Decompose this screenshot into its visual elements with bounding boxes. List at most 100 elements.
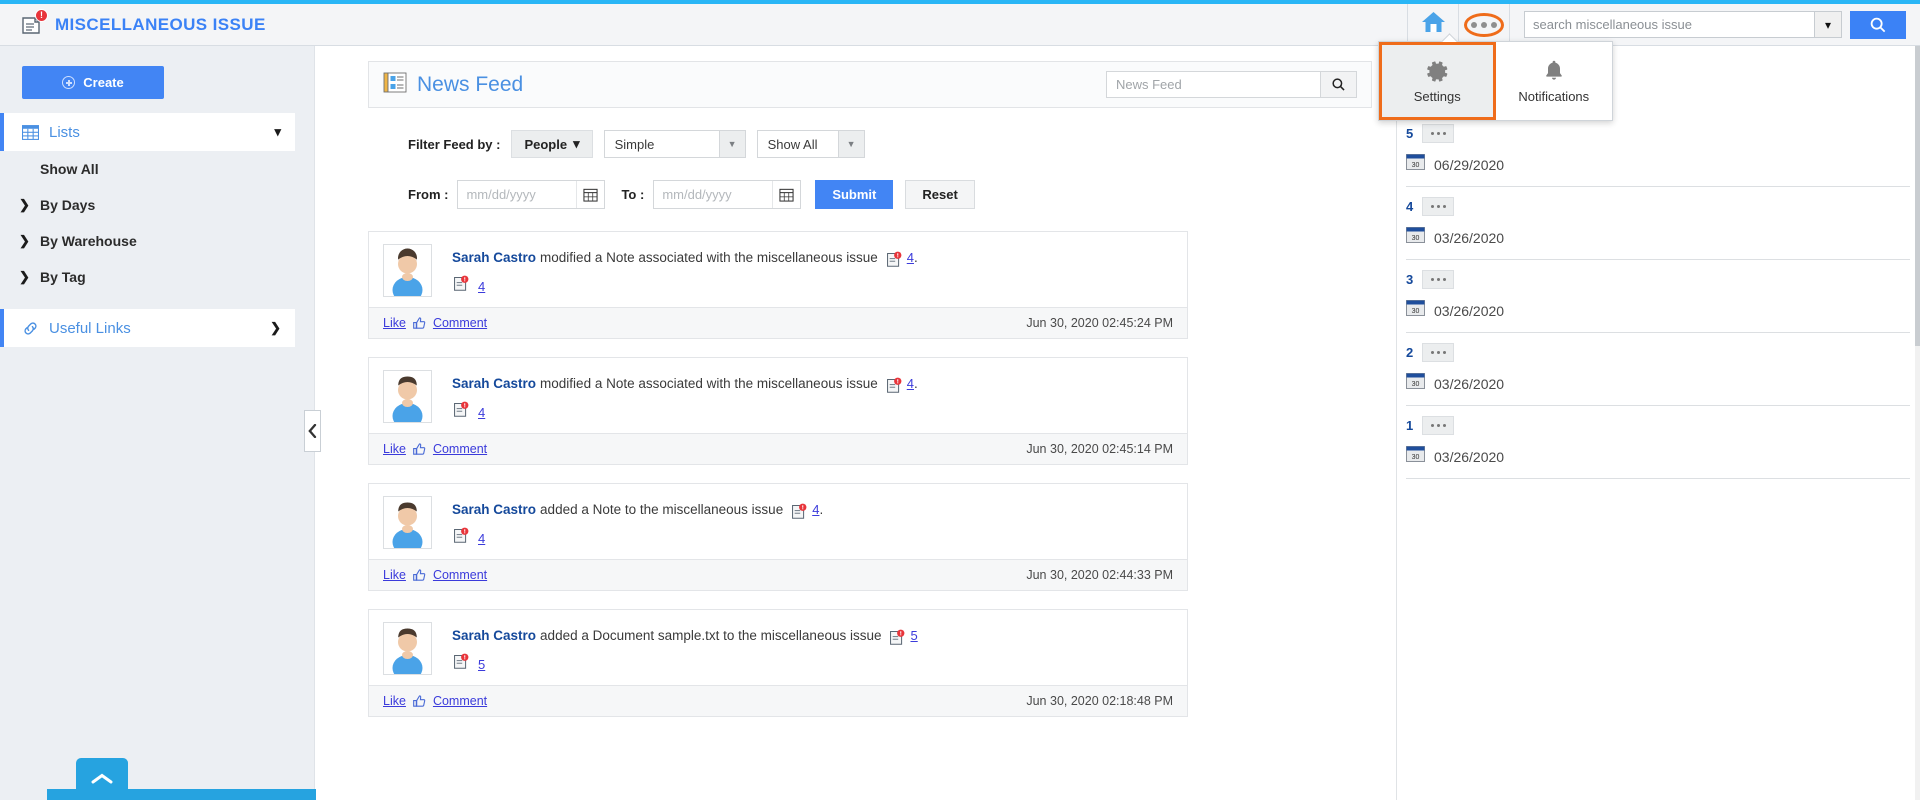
chevron-down-icon: ▾ [274, 124, 281, 139]
list-item[interactable]: 1 30 03/26/2020 [1406, 406, 1910, 479]
sidebar: Create Lists ▾ Show All ❯ By Days ❯ By W… [0, 46, 389, 800]
from-date-field[interactable]: mm/dd/yyyy [457, 180, 606, 209]
feed-item-sub-ref-link[interactable]: 4 [478, 405, 485, 420]
to-date-input[interactable]: mm/dd/yyyy [654, 187, 772, 202]
feed-search-button[interactable] [1321, 71, 1357, 98]
issue-doc-icon [790, 503, 807, 520]
list-item-header: 2 [1406, 341, 1910, 364]
filter-scope-select[interactable]: Show All ▼ [756, 130, 865, 158]
feed-item-footer: Like Comment Jun 30, 2020 02:45:14 PM [369, 433, 1187, 464]
feed-item-body: Sarah Castro modified a Note associated … [369, 232, 1187, 307]
reset-button[interactable]: Reset [905, 180, 975, 209]
list-item-meta: 30 03/26/2020 [1406, 445, 1910, 468]
feed-item-action: modified a Note associated with the misc… [540, 376, 878, 391]
sidebar-item-by-warehouse[interactable]: ❯ By Warehouse [0, 223, 314, 259]
feed-item-sub-ref-link[interactable]: 5 [478, 657, 485, 672]
from-date-input[interactable]: mm/dd/yyyy [458, 187, 576, 202]
scrollbar-thumb[interactable] [1915, 46, 1920, 346]
filter-mode-select[interactable]: Simple ▼ [603, 130, 746, 158]
list-item-number[interactable]: 4 [1406, 199, 1413, 214]
list-item[interactable]: 5 30 06/29/2020 [1406, 114, 1910, 187]
menu-item-notifications[interactable]: Notifications [1496, 42, 1613, 120]
like-link[interactable]: Like [383, 568, 406, 582]
filter-people-dropdown[interactable]: People ▾ [511, 130, 593, 158]
list-item-menu-button[interactable] [1422, 270, 1455, 289]
search-button[interactable] [1850, 10, 1906, 39]
list-item[interactable]: 4 30 03/26/2020 [1406, 187, 1910, 260]
feed-item-user[interactable]: Sarah Castro [452, 502, 536, 517]
comment-link[interactable]: Comment [433, 442, 487, 456]
sidebar-item-by-days[interactable]: ❯ By Days [0, 187, 314, 223]
feed-item: Sarah Castro added a Note to the miscell… [368, 483, 1188, 591]
top-bar: ! MISCELLANEOUS ISSUE search miscellaneo… [0, 3, 1920, 46]
list-item-number[interactable]: 5 [1406, 126, 1413, 141]
list-item-menu-button[interactable] [1422, 343, 1455, 362]
menu-item-settings[interactable]: Settings [1379, 42, 1496, 120]
feed-item-sub-ref-link[interactable]: 4 [478, 279, 485, 294]
chevron-down-icon[interactable]: ▾ [1814, 11, 1842, 38]
like-link[interactable]: Like [383, 442, 406, 456]
create-button[interactable]: Create [22, 66, 164, 99]
divider [1509, 3, 1510, 46]
right-panel-scrollbar[interactable] [1915, 46, 1920, 800]
list-item-meta: 30 06/29/2020 [1406, 153, 1910, 176]
list-item-meta: 30 03/26/2020 [1406, 299, 1910, 322]
feed-list: Sarah Castro modified a Note associated … [316, 231, 1396, 717]
feed-item-ref-link[interactable]: 4 [907, 376, 914, 391]
avatar [383, 244, 432, 297]
search-input[interactable]: search miscellaneous issue [1524, 11, 1814, 38]
sidebar-item-show-all[interactable]: Show All [0, 151, 314, 187]
chevron-right-icon: ❯ [270, 320, 281, 335]
feed-item-ref-link[interactable]: 4 [812, 502, 819, 517]
feed-item: Sarah Castro modified a Note associated … [368, 231, 1188, 339]
feed-item-footer: Like Comment Jun 30, 2020 02:44:33 PM [369, 559, 1187, 590]
svg-text:30: 30 [1412, 381, 1420, 388]
feed-item-ref-link[interactable]: 5 [910, 628, 917, 643]
comment-link[interactable]: Comment [433, 694, 487, 708]
brand: ! MISCELLANEOUS ISSUE [0, 8, 266, 38]
list-item-menu-button[interactable] [1422, 124, 1455, 143]
main-content: News Feed News Feed Filter Feed by : Peo… [316, 46, 1396, 800]
calendar-icon[interactable] [772, 181, 800, 208]
feed-item-line1: Sarah Castro added a Document sample.txt… [452, 627, 918, 645]
feed-item: Sarah Castro added a Document sample.txt… [368, 609, 1188, 717]
feed-item-footer: Like Comment Jun 30, 2020 02:45:24 PM [369, 307, 1187, 338]
sidebar-item-show-all-label: Show All [40, 161, 99, 177]
list-item-number[interactable]: 1 [1406, 418, 1413, 433]
like-link[interactable]: Like [383, 694, 406, 708]
list-item-menu-button[interactable] [1422, 416, 1455, 435]
comment-link[interactable]: Comment [433, 568, 487, 582]
list-item-number[interactable]: 3 [1406, 272, 1413, 287]
avatar [383, 496, 432, 549]
feed-item-ref-link[interactable]: 4 [907, 250, 914, 265]
svg-text:30: 30 [1412, 162, 1420, 169]
feed-item-sub-ref-link[interactable]: 4 [478, 531, 485, 546]
like-link[interactable]: Like [383, 316, 406, 330]
sidebar-item-by-tag[interactable]: ❯ By Tag [0, 259, 314, 295]
feed-item-line1: Sarah Castro added a Note to the miscell… [452, 501, 823, 520]
feed-item-user[interactable]: Sarah Castro [452, 376, 536, 391]
search-icon [1870, 17, 1886, 32]
sidebar-item-useful-links[interactable]: Useful Links ❯ [0, 309, 295, 347]
to-date-field[interactable]: mm/dd/yyyy [653, 180, 802, 209]
list-item-menu-button[interactable] [1422, 197, 1455, 216]
comment-link[interactable]: Comment [433, 316, 487, 330]
gear-icon [1426, 61, 1448, 82]
submit-button[interactable]: Submit [815, 180, 894, 209]
sidebar-collapse-handle[interactable] [304, 410, 321, 452]
global-search: search miscellaneous issue ▾ [1524, 10, 1920, 39]
feed-item-user[interactable]: Sarah Castro [452, 628, 536, 643]
list-item[interactable]: 2 30 03/26/2020 [1406, 333, 1910, 406]
list-item[interactable]: 3 30 03/26/2020 [1406, 260, 1910, 333]
feed-search-input[interactable]: News Feed [1106, 71, 1321, 98]
sidebar-item-lists[interactable]: Lists ▾ [0, 113, 295, 151]
feed-item-action: added a Note to the miscellaneous issue [540, 502, 784, 517]
feed-item-text: Sarah Castro modified a Note associated … [452, 244, 918, 297]
feed-item-user[interactable]: Sarah Castro [452, 250, 536, 265]
filter-people-label: People [524, 136, 568, 152]
calendar-icon[interactable] [576, 181, 604, 208]
feed-item-line2: 4 [452, 275, 918, 297]
list-item-number[interactable]: 2 [1406, 345, 1413, 360]
chevron-up-icon [91, 773, 113, 784]
more-menu-button[interactable] [1459, 4, 1509, 46]
